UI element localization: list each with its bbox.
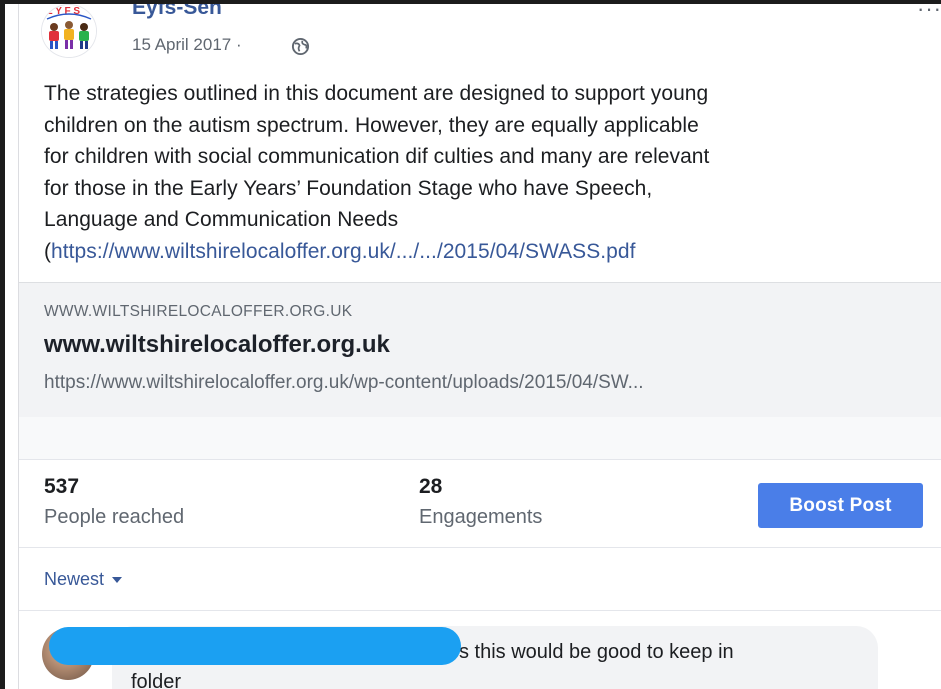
post-text-line: Language and Communication Needs [44,208,399,231]
more-options-icon[interactable]: ··· [917,4,941,20]
comment-sort-dropdown[interactable]: Newest [44,569,123,590]
link-preview[interactable]: WWW.WILTSHIRELOCALOFFER.ORG.UK www.wilts… [19,282,941,418]
page-name-link[interactable]: Eyfs-Sen [132,4,222,20]
post-text-line: for children with social communication d… [44,145,710,168]
post-text-line: children on the autism spectrum. However… [44,113,699,137]
caret-down-icon [112,577,123,584]
sort-label: Newest [44,569,105,589]
frame-border [0,0,941,4]
post-card: E Y F S Eyfs-Sen 15 April 2017 · ··· The… [18,4,941,689]
globe-icon [291,37,310,56]
post-date[interactable]: 15 April 2017 · [132,35,242,55]
comment-text-line: folder [131,671,182,689]
divider [19,610,941,611]
divider [19,547,941,548]
screenshot-frame: E Y F S Eyfs-Sen 15 April 2017 · ··· The… [0,0,941,689]
redaction-bar [49,627,461,665]
link-open-paren: ( [44,239,52,263]
post-pdf-link[interactable]: https://www.wiltshirelocaloffer.org.uk/.… [51,240,635,263]
people-reached-label: People reached [44,506,185,528]
post-link-line: (https://www.wiltshirelocaloffer.org.uk/… [44,236,934,268]
post-text-line: for those in the Early Years’ Foundation… [44,176,653,200]
post-message: The strategies outlined in this document… [44,78,934,267]
preview-title[interactable]: www.wiltshirelocaloffer.org.uk [44,331,390,359]
page-avatar[interactable]: E Y F S [41,4,97,58]
post-text-line: The strategies outlined in this document… [44,82,709,105]
people-reached-count: 537 [44,475,80,498]
boost-post-button[interactable]: Boost Post [758,483,923,528]
frame-border [0,0,5,689]
svg-text:E Y F S: E Y F S [46,6,80,17]
preview-url: https://www.wiltshirelocaloffer.org.uk/w… [44,372,644,393]
preview-domain: WWW.WILTSHIRELOCALOFFER.ORG.UK [44,303,353,320]
engagements-count: 28 [419,475,443,498]
section-gap [19,417,941,460]
engagements-label: Engagements [419,506,543,528]
avatar-children-logo-icon: E Y F S [42,5,96,57]
